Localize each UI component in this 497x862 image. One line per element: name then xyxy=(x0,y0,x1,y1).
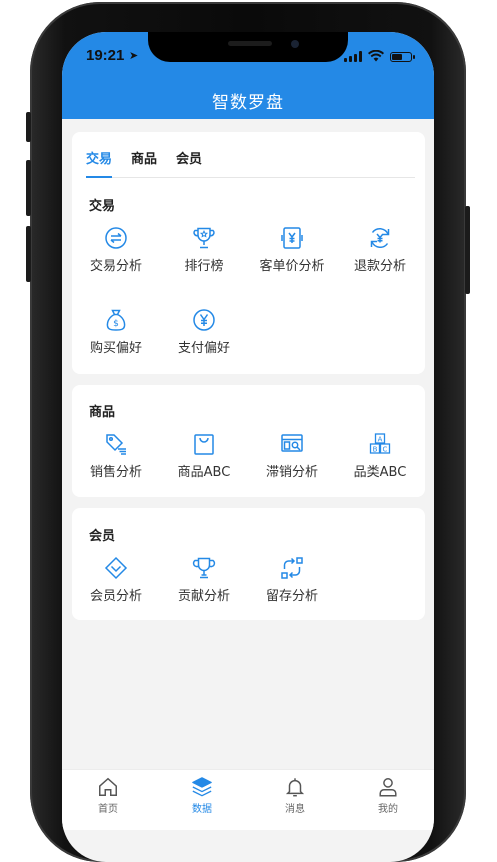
cellular-signal-icon xyxy=(344,51,362,62)
status-icons xyxy=(344,50,415,62)
refund-icon xyxy=(370,228,390,248)
payment-preference-button[interactable]: 支付偏好 xyxy=(160,308,248,356)
volume-up-button xyxy=(26,160,31,216)
tab-goods[interactable]: 商品 xyxy=(131,146,157,177)
grid-label: 品类ABC xyxy=(353,465,407,480)
member-card: 会员 会员分析 贡献分析 留存分析 xyxy=(72,508,425,620)
tab-member[interactable]: 会员 xyxy=(176,146,202,177)
grid-label: 贡献分析 xyxy=(177,589,230,604)
location-arrow-icon: ➤ xyxy=(129,49,139,62)
power-button xyxy=(465,206,470,294)
slow-sales-search-icon xyxy=(281,434,303,452)
grid-label: 留存分析 xyxy=(265,589,318,604)
grid-label: 购买偏好 xyxy=(89,341,142,356)
page-title: 智数罗盘 xyxy=(212,93,284,113)
bell-icon xyxy=(285,778,305,797)
svg-text:B: B xyxy=(373,445,378,453)
purchase-preference-button[interactable]: $ 购买偏好 xyxy=(72,308,160,356)
contribution-analysis-button[interactable]: 贡献分析 xyxy=(160,556,248,604)
yen-circle-icon xyxy=(193,309,215,331)
trade-card: 交易 商品 会员 交易 交易分析 排行榜 客单价分析 退款分析 $ 购买偏好 支… xyxy=(72,132,425,374)
grid-label: 支付偏好 xyxy=(177,341,230,356)
retention-cycle-icon xyxy=(281,557,303,579)
home-icon xyxy=(99,777,117,796)
section-title-member: 会员 xyxy=(89,529,116,544)
diamond-icon xyxy=(104,556,128,580)
grid-label: 退款分析 xyxy=(353,259,406,274)
tabbar-messages[interactable]: 消息 xyxy=(265,776,325,815)
battery-icon xyxy=(390,52,415,62)
section-title-trade: 交易 xyxy=(89,199,116,214)
money-bag-icon: $ xyxy=(106,309,126,331)
ranking-button[interactable]: 排行榜 xyxy=(160,226,248,274)
mute-switch xyxy=(26,112,31,142)
tabbar-label: 首页 xyxy=(98,804,118,815)
category-tabs: 交易 商品 会员 xyxy=(86,146,415,178)
grid-label: 销售分析 xyxy=(89,465,142,480)
tabbar-label: 消息 xyxy=(285,804,305,815)
screen-notch xyxy=(148,32,348,62)
layers-icon xyxy=(192,777,212,797)
trophy-icon xyxy=(192,557,216,579)
wifi-icon xyxy=(368,50,384,62)
exchange-icon xyxy=(105,227,127,249)
svg-text:C: C xyxy=(383,445,388,453)
phone-mockup: 19:21 ➤ 智数罗盘 交易 商品 会员 交易 交易分析 排行榜 客单价分析 … xyxy=(0,0,497,862)
category-abc-button[interactable]: A B C 品类ABC xyxy=(336,432,424,480)
phone-screen: 19:21 ➤ 智数罗盘 交易 商品 会员 交易 交易分析 排行榜 客单价分析 … xyxy=(62,32,434,862)
trophy-star-icon xyxy=(193,227,215,249)
tabbar-label: 我的 xyxy=(378,804,398,815)
grid-label: 滞销分析 xyxy=(265,465,318,480)
price-tag-icon xyxy=(106,434,126,455)
status-time: 19:21 xyxy=(86,47,125,64)
svg-text:$: $ xyxy=(113,319,119,329)
trade-analysis-button[interactable]: 交易分析 xyxy=(72,226,160,274)
slow-sales-analysis-button[interactable]: 滞销分析 xyxy=(248,432,336,480)
grid-label: 交易分析 xyxy=(89,259,142,274)
retention-analysis-button[interactable]: 留存分析 xyxy=(248,556,336,604)
bottom-tab-bar: 首页 数据 消息 我的 xyxy=(62,769,434,830)
volume-down-button xyxy=(26,226,31,282)
refund-analysis-button[interactable]: 退款分析 xyxy=(336,226,424,274)
svg-text:A: A xyxy=(378,435,383,443)
sales-analysis-button[interactable]: 销售分析 xyxy=(72,432,160,480)
earpiece-speaker xyxy=(228,41,272,46)
tab-trade[interactable]: 交易 xyxy=(86,146,113,178)
front-camera xyxy=(291,40,299,48)
abc-blocks-icon: A B C xyxy=(369,433,391,454)
tabbar-profile[interactable]: 我的 xyxy=(358,776,418,815)
shopping-bag-icon xyxy=(194,434,214,455)
grid-label: 客单价分析 xyxy=(259,259,325,274)
grid-label: 排行榜 xyxy=(184,259,224,274)
grid-label: 会员分析 xyxy=(89,589,142,604)
tabbar-home[interactable]: 首页 xyxy=(78,776,138,815)
tabbar-label: 数据 xyxy=(192,804,212,815)
user-icon xyxy=(379,778,397,797)
yen-card-icon xyxy=(281,227,303,249)
goods-abc-button[interactable]: 商品ABC xyxy=(160,432,248,480)
grid-label: 商品ABC xyxy=(177,465,231,480)
section-title-goods: 商品 xyxy=(89,405,116,420)
tabbar-data[interactable]: 数据 xyxy=(172,776,232,815)
goods-card: 商品 销售分析 商品ABC 滞销分析 A B C 品类ABC xyxy=(72,385,425,497)
avg-order-value-button[interactable]: 客单价分析 xyxy=(248,226,336,274)
member-analysis-button[interactable]: 会员分析 xyxy=(72,556,160,604)
